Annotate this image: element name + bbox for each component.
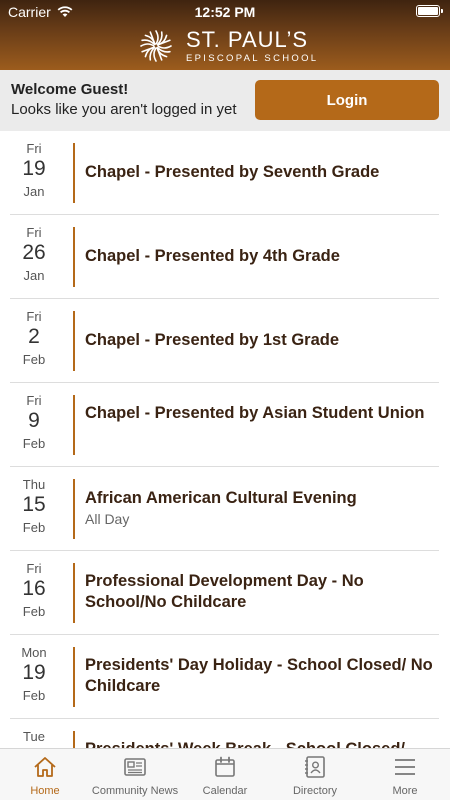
event-day: 15	[22, 493, 46, 516]
event-month: Jan	[23, 184, 45, 199]
welcome-title: Welcome Guest!	[11, 81, 129, 98]
event-divider	[73, 143, 75, 203]
tab-label: More	[392, 785, 418, 797]
event-month: Feb	[22, 688, 46, 703]
tab-label: Directory	[292, 785, 337, 797]
tab-label: Home	[30, 785, 60, 797]
calendar-icon	[215, 756, 235, 777]
login-button[interactable]: Login	[255, 80, 439, 120]
event-divider	[73, 563, 75, 623]
welcome-subtitle: Looks like you aren't logged in yet	[11, 101, 237, 118]
status-time: 12:52 PM	[194, 4, 256, 20]
tab-community-news[interactable]: Community News	[90, 749, 180, 800]
event-month: Feb	[22, 604, 46, 619]
tab-label: Calendar	[202, 785, 248, 797]
event-weekday: Fri	[26, 141, 42, 156]
event-day: 16	[22, 577, 46, 600]
tab-label: Community News	[91, 785, 179, 797]
tab-bar: Home Community News Calendar Directory M…	[0, 748, 450, 800]
event-row[interactable]: Mon 19 Feb Presidents' Day Holiday - Sch…	[0, 635, 450, 719]
event-info: Professional Development Day - No School…	[85, 571, 435, 613]
event-title: Chapel - Presented by 4th Grade	[85, 247, 340, 265]
school-subtitle: EPISCOPAL SCHOOL	[186, 52, 319, 64]
event-divider	[73, 395, 75, 455]
event-day: 9	[28, 409, 40, 432]
event-month: Jan	[23, 268, 45, 283]
event-title: Professional Development Day - No School…	[85, 572, 364, 611]
tab-more[interactable]: More	[360, 749, 450, 800]
event-divider	[73, 311, 75, 371]
battery-icon	[416, 5, 443, 17]
event-list[interactable]: Fri 19 Jan Chapel - Presented by Seventh…	[0, 131, 450, 748]
event-weekday: Fri	[26, 561, 42, 576]
event-weekday: Mon	[21, 645, 47, 660]
school-name: ST. PAUL’S	[186, 26, 309, 52]
event-weekday: Thu	[22, 477, 46, 492]
event-title: African American Cultural Evening	[85, 489, 357, 507]
event-divider	[73, 227, 75, 287]
directory-icon	[305, 756, 325, 778]
event-info: Presidents' Week Break - School Closed/	[85, 739, 435, 748]
event-row[interactable]: Tue Presidents' Week Break - School Clos…	[0, 719, 450, 748]
welcome-banner: Welcome Guest! Looks like you aren't log…	[0, 70, 450, 131]
event-weekday: Tue	[23, 729, 45, 744]
logo-text: ST. PAUL’S EPISCOPAL SCHOOL	[186, 26, 319, 64]
event-row[interactable]: Fri 26 Jan Chapel - Presented by 4th Gra…	[0, 215, 450, 299]
event-row[interactable]: Fri 19 Jan Chapel - Presented by Seventh…	[0, 131, 450, 215]
event-info: Chapel - Presented by 1st Grade	[85, 330, 435, 351]
home-icon	[34, 757, 56, 777]
news-icon	[124, 758, 146, 776]
event-info: Chapel - Presented by Seventh Grade	[85, 162, 435, 183]
app-header: Carrier 12:52 PM ST. PAUL’S EPISCOPAL SC…	[0, 0, 450, 70]
event-divider	[73, 647, 75, 707]
tab-directory[interactable]: Directory	[270, 749, 360, 800]
event-time: All Day	[85, 511, 130, 527]
event-title: Presidents' Day Holiday - School Closed/…	[85, 656, 433, 695]
event-title: Presidents' Week Break - School Closed/	[85, 739, 435, 748]
event-month: Feb	[22, 436, 46, 451]
event-weekday: Fri	[26, 225, 42, 240]
event-row[interactable]: Fri 16 Feb Professional Development Day …	[0, 551, 450, 635]
menu-icon	[395, 759, 415, 775]
event-title: Chapel - Presented by Asian Student Unio…	[85, 404, 425, 422]
event-row[interactable]: Fri 2 Feb Chapel - Presented by 1st Grad…	[0, 299, 450, 383]
event-weekday: Fri	[26, 393, 42, 408]
event-day: 2	[28, 325, 40, 348]
event-row[interactable]: Fri 9 Feb Chapel - Presented by Asian St…	[0, 383, 450, 467]
event-month: Feb	[22, 352, 46, 367]
school-logo: ST. PAUL’S EPISCOPAL SCHOOL	[136, 26, 318, 66]
event-divider	[73, 479, 75, 539]
event-day: 19	[22, 661, 46, 684]
sunburst-logo-icon	[140, 30, 172, 62]
event-info: Presidents' Day Holiday - School Closed/…	[85, 655, 435, 697]
event-row[interactable]: Thu 15 Feb African American Cultural Eve…	[0, 467, 450, 551]
status-bar: Carrier 12:52 PM	[0, 0, 450, 22]
event-month: Feb	[22, 520, 46, 535]
event-title: Chapel - Presented by 1st Grade	[85, 331, 340, 349]
event-weekday: Fri	[26, 309, 42, 324]
event-day: 19	[22, 157, 46, 180]
event-divider	[73, 731, 75, 748]
event-title: Chapel - Presented by Seventh Grade	[85, 163, 380, 181]
tab-home[interactable]: Home	[0, 749, 90, 800]
event-info: Chapel - Presented by 4th Grade	[85, 246, 435, 267]
tab-calendar[interactable]: Calendar	[180, 749, 270, 800]
event-day: 26	[22, 241, 46, 264]
event-info: African American Cultural Evening All Da…	[85, 488, 435, 527]
event-info: Chapel - Presented by Asian Student Unio…	[85, 403, 435, 424]
